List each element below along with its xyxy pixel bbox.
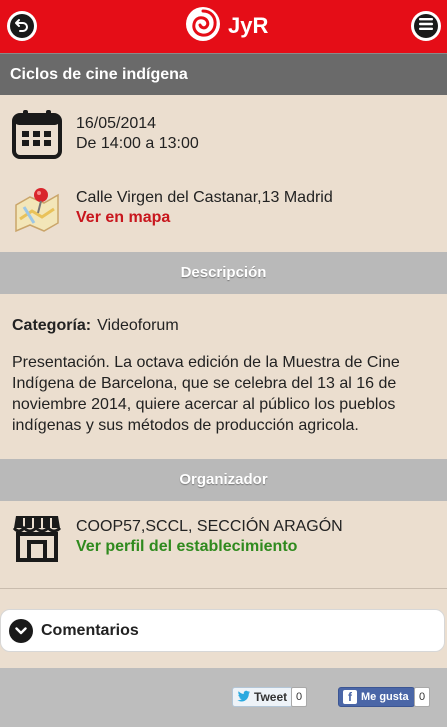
facebook-like-button[interactable]: f Me gusta bbox=[338, 687, 415, 707]
comments-toggle[interactable]: Comentarios bbox=[0, 609, 445, 652]
facebook-icon: f bbox=[343, 690, 357, 704]
back-button[interactable] bbox=[7, 11, 37, 41]
app-logo[interactable]: JyR bbox=[184, 6, 268, 46]
comments-label: Comentarios bbox=[41, 621, 139, 639]
organizer-heading: Organizador bbox=[0, 459, 447, 501]
menu-button[interactable] bbox=[411, 11, 441, 41]
page-title: Ciclos de cine indígena bbox=[0, 53, 447, 95]
organizer-name: COOP57,SCCL, SECCIÓN ARAGÓN bbox=[76, 518, 343, 535]
organizer-row: COOP57,SCCL, SECCIÓN ARAGÓN Ver perfil d… bbox=[0, 511, 447, 563]
divider bbox=[0, 588, 447, 589]
event-time: De 14:00 a 13:00 bbox=[76, 135, 199, 152]
menu-icon bbox=[419, 17, 433, 35]
category-value: Videoforum bbox=[97, 317, 179, 334]
chevron-down-icon bbox=[9, 618, 33, 643]
logo-swirl-icon bbox=[184, 5, 222, 48]
description-text: Presentación. La octava edición de la Mu… bbox=[12, 354, 400, 434]
event-date-row: 16/05/2014 De 14:00 a 13:00 bbox=[0, 108, 447, 160]
store-icon bbox=[11, 511, 63, 563]
view-map-link[interactable]: Ver en mapa bbox=[76, 208, 333, 228]
top-bar: JyR bbox=[0, 0, 447, 53]
like-count: 0 bbox=[414, 687, 431, 707]
category-line: Categoría: Videoforum bbox=[12, 315, 437, 336]
event-address: Calle Virgen del Castanar,13 Madrid bbox=[76, 189, 333, 206]
twitter-bird-icon bbox=[237, 690, 254, 705]
tweet-label: Tweet bbox=[254, 690, 288, 704]
calendar-icon bbox=[11, 108, 63, 160]
description-heading: Descripción bbox=[0, 252, 447, 294]
event-date: 16/05/2014 bbox=[76, 115, 157, 132]
social-footer: Tweet 0 f Me gusta 0 bbox=[0, 668, 447, 727]
like-label: Me gusta bbox=[361, 691, 409, 703]
tweet-button[interactable]: Tweet bbox=[232, 687, 294, 707]
map-pin-icon bbox=[11, 182, 63, 234]
category-label: Categoría: bbox=[12, 317, 92, 334]
tweet-count: 0 bbox=[291, 687, 308, 707]
app-name: JyR bbox=[228, 13, 269, 38]
event-location-row: Calle Virgen del Castanar,13 Madrid Ver … bbox=[0, 182, 447, 234]
back-arrow-icon bbox=[14, 16, 30, 37]
organizer-profile-link[interactable]: Ver perfil del establecimiento bbox=[76, 537, 343, 557]
